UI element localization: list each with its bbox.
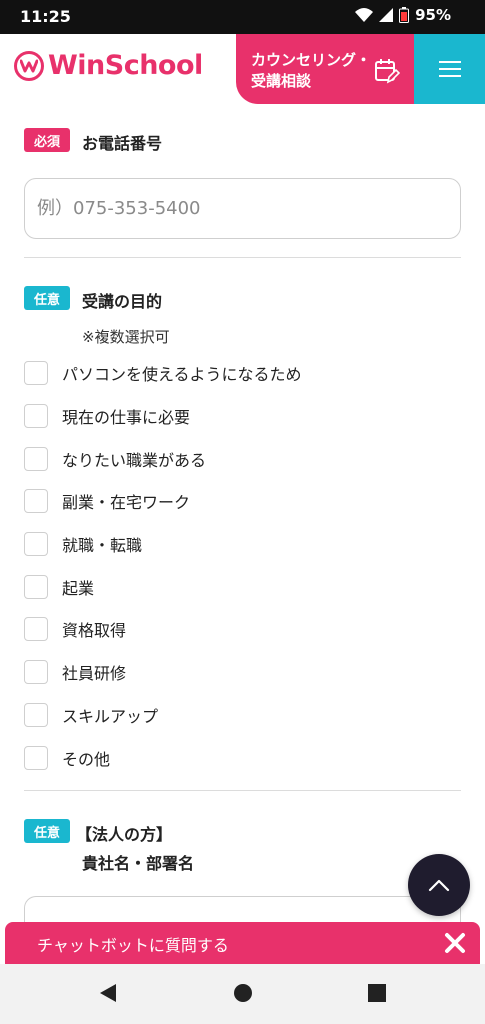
checkbox[interactable]	[24, 702, 48, 727]
checkbox[interactable]	[24, 660, 48, 685]
checkbox-option[interactable]: 社員研修	[24, 651, 464, 694]
company-field-label-line2: 貴社名・部署名	[82, 854, 195, 873]
checkbox-label: 現在の仕事に必要	[62, 408, 191, 428]
checkbox-label: 就職・転職	[62, 536, 143, 556]
checkbox-option[interactable]: 資格取得	[24, 608, 464, 651]
checkbox-option[interactable]: パソコンを使えるようになるため	[24, 352, 464, 395]
status-time: 11:25	[20, 7, 71, 26]
battery-icon	[399, 7, 410, 23]
back-to-top-button[interactable]	[408, 854, 470, 916]
chatbot-label: チャットボットに質問する	[37, 936, 229, 955]
required-badge: 必須	[24, 128, 70, 152]
checkbox-label: 副業・在宅ワーク	[62, 493, 191, 513]
checkbox[interactable]	[24, 446, 48, 471]
purpose-field-label: 受講の目的	[82, 292, 163, 311]
recents-nav-icon[interactable]	[367, 982, 387, 1004]
checkbox-option[interactable]: 就職・転職	[24, 523, 464, 566]
checkbox-option[interactable]: スキルアップ	[24, 694, 464, 737]
calendar-edit-icon	[375, 59, 400, 84]
checkbox-label: パソコンを使えるようになるため	[62, 365, 302, 385]
site-header: WinSchool カウンセリング・受講相談	[0, 34, 485, 104]
signal-icon	[379, 8, 394, 22]
battery-percent: 95%	[415, 6, 451, 24]
checkbox-label: 起業	[62, 578, 95, 598]
phone-field-label: お電話番号	[82, 134, 163, 153]
checkbox-label: その他	[62, 749, 111, 769]
counseling-button[interactable]: カウンセリング・受講相談	[236, 34, 414, 104]
optional-badge: 任意	[24, 286, 70, 310]
logo-w-icon	[14, 50, 44, 81]
checkbox-option[interactable]: その他	[24, 736, 464, 779]
checkbox-label: 社員研修	[62, 664, 127, 684]
checkbox[interactable]	[24, 532, 48, 557]
home-nav-icon[interactable]	[233, 982, 253, 1004]
counseling-button-label: カウンセリング・受講相談	[251, 51, 372, 90]
checkbox-label: なりたい職業がある	[62, 450, 207, 470]
winschool-logo[interactable]: WinSchool	[14, 50, 203, 81]
checkbox[interactable]	[24, 361, 48, 386]
checkbox[interactable]	[24, 574, 48, 599]
checkbox[interactable]	[24, 617, 48, 642]
chatbot-bar[interactable]: チャットボットに質問する	[5, 922, 480, 964]
phone-input[interactable]	[24, 178, 461, 239]
status-bar: 11:25 95%	[0, 0, 485, 34]
checkbox-label: スキルアップ	[62, 706, 159, 726]
hamburger-menu-button[interactable]	[414, 34, 485, 104]
divider	[24, 790, 461, 791]
checkbox-label: 資格取得	[62, 621, 127, 641]
hamburger-icon	[438, 61, 461, 77]
divider	[24, 257, 461, 258]
checkbox-option[interactable]: 副業・在宅ワーク	[24, 480, 464, 523]
checkbox[interactable]	[24, 404, 48, 429]
checkbox[interactable]	[24, 489, 48, 514]
purpose-checkbox-list: パソコンを使えるようになるため 現在の仕事に必要 なりたい職業がある 副業・在宅…	[24, 352, 464, 779]
optional-badge: 任意	[24, 819, 70, 843]
checkbox-option[interactable]: なりたい職業がある	[24, 437, 464, 480]
checkbox[interactable]	[24, 745, 48, 770]
multi-select-note: ※複数選択可	[82, 328, 170, 346]
system-nav-bar	[0, 964, 485, 1024]
checkbox-option[interactable]: 起業	[24, 565, 464, 608]
company-field-label-line1: 【法人の方】	[76, 825, 173, 844]
close-icon[interactable]	[444, 932, 466, 954]
back-nav-icon[interactable]	[98, 982, 118, 1004]
checkbox-option[interactable]: 現在の仕事に必要	[24, 395, 464, 438]
logo-text: WinSchool	[48, 50, 203, 81]
chevron-up-icon	[428, 879, 450, 892]
wifi-icon	[355, 8, 374, 22]
status-icons: 95%	[355, 6, 451, 24]
